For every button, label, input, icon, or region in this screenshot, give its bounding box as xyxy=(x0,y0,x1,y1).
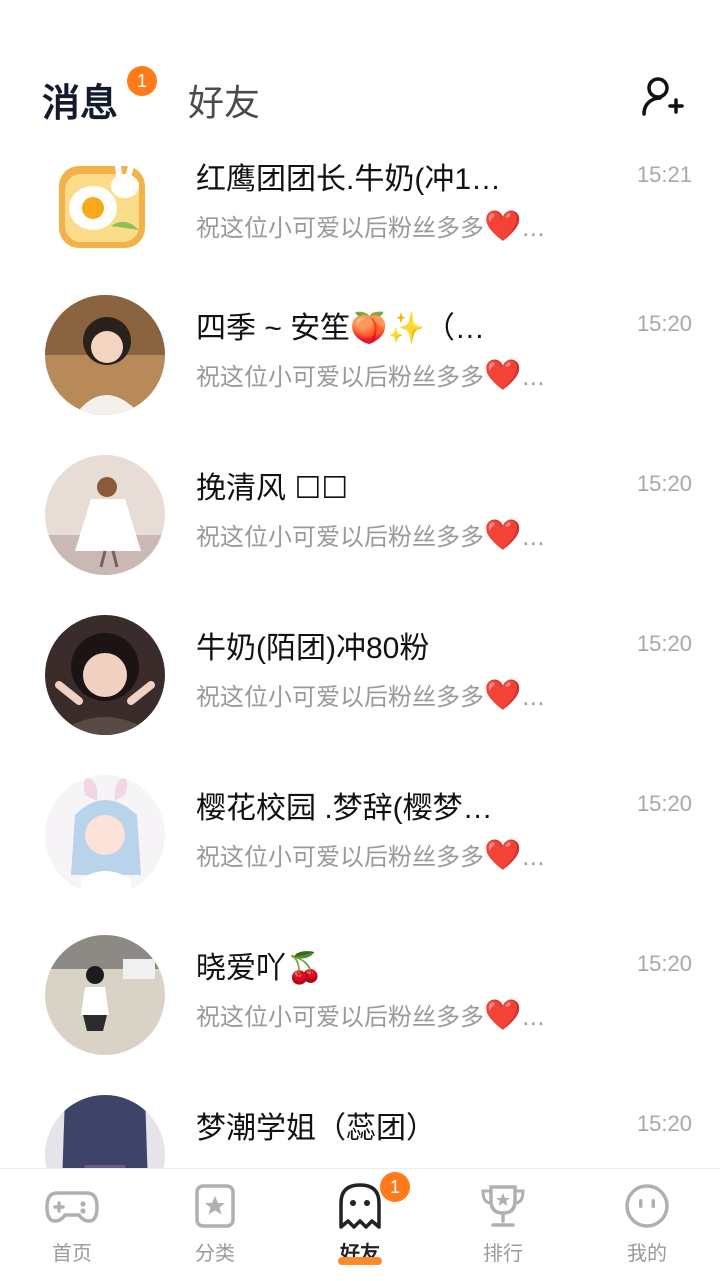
nav-label: 首页 xyxy=(52,1241,92,1265)
conversation-list[interactable]: 红鹰团团长.牛奶(冲1… 15:21 祝这位小可爱以后粉丝多多❤️… 四季 ~ … xyxy=(0,140,720,1168)
contact-name: 樱花校园 .梦辞(樱梦… xyxy=(196,792,493,825)
heart-emoji: ❤️ xyxy=(484,999,522,1032)
message-time: 15:20 xyxy=(636,311,692,336)
message-time: 15:20 xyxy=(636,791,692,816)
tab-messages[interactable]: 消息 xyxy=(42,72,118,127)
message-time: 15:20 xyxy=(636,1111,692,1136)
messages-unread-badge: 1 xyxy=(127,66,157,96)
trophy-icon xyxy=(481,1185,525,1227)
avatar[interactable] xyxy=(45,1095,165,1168)
contact-name: 四季 ~ 安笙🍑✨（… xyxy=(196,312,485,345)
nav-home[interactable]: 首页 xyxy=(22,1183,122,1266)
contact-name: 梦潮学姐（蕊团） xyxy=(196,1112,436,1145)
conversation-row[interactable]: 四季 ~ 安笙🍑✨（… 15:20 祝这位小可爱以后粉丝多多❤️… xyxy=(0,295,720,455)
message-preview: 祝这位小可爱以后粉丝多多❤️… xyxy=(196,839,546,872)
add-friend-icon[interactable] xyxy=(640,74,684,118)
heart-emoji: ❤️ xyxy=(484,839,522,872)
active-tab-indicator xyxy=(338,1257,382,1265)
heart-emoji: ❤️ xyxy=(484,359,522,392)
avatar[interactable] xyxy=(45,146,165,266)
avatar[interactable] xyxy=(45,615,165,735)
nav-me[interactable]: 我的 xyxy=(597,1183,697,1266)
avatar[interactable] xyxy=(45,775,165,895)
nav-ranking[interactable]: 排行 xyxy=(453,1183,553,1266)
contact-name: 挽清风 ☐☐ xyxy=(196,472,349,505)
heart-emoji: ❤️ xyxy=(484,519,522,552)
category-icon xyxy=(195,1184,235,1228)
face-icon xyxy=(625,1184,669,1228)
heart-emoji: ❤️ xyxy=(484,679,522,712)
conversation-row[interactable]: 梦潮学姐（蕊团） 15:20 xyxy=(0,1095,720,1168)
message-time: 15:20 xyxy=(636,471,692,496)
gamepad-icon xyxy=(45,1191,99,1223)
conversation-row[interactable]: 牛奶(陌团)冲80粉 15:20 祝这位小可爱以后粉丝多多❤️… xyxy=(0,615,720,775)
message-preview: 祝这位小可爱以后粉丝多多❤️… xyxy=(196,999,546,1032)
nav-category[interactable]: 分类 xyxy=(165,1183,265,1266)
friends-unread-badge: 1 xyxy=(380,1172,410,1202)
heart-emoji: ❤️ xyxy=(484,210,522,243)
message-preview: 祝这位小可爱以后粉丝多多❤️… xyxy=(196,359,546,392)
avatar[interactable] xyxy=(45,295,165,415)
avatar[interactable] xyxy=(45,455,165,575)
conversation-row[interactable]: 樱花校园 .梦辞(樱梦… 15:20 祝这位小可爱以后粉丝多多❤️… xyxy=(0,775,720,935)
top-header: 消息 1 好友 xyxy=(0,0,720,140)
nav-label: 分类 xyxy=(195,1241,235,1265)
message-time: 15:20 xyxy=(636,951,692,976)
contact-name: 牛奶(陌团)冲80粉 xyxy=(196,632,430,665)
ghost-icon xyxy=(339,1183,381,1229)
message-preview: 祝这位小可爱以后粉丝多多❤️… xyxy=(196,679,546,712)
avatar[interactable] xyxy=(45,935,165,1055)
conversation-row[interactable]: 晓爱吖🍒 15:20 祝这位小可爱以后粉丝多多❤️… xyxy=(0,935,720,1095)
message-time: 15:20 xyxy=(636,631,692,656)
nav-label: 我的 xyxy=(627,1241,667,1265)
tab-friends[interactable]: 好友 xyxy=(188,74,260,126)
bottom-navigation: 首页 分类 好友 排行 我的 xyxy=(0,1168,720,1281)
message-preview: 祝这位小可爱以后粉丝多多❤️… xyxy=(196,519,546,552)
nav-label: 排行 xyxy=(483,1241,523,1265)
message-preview: 祝这位小可爱以后粉丝多多❤️… xyxy=(196,210,546,243)
contact-name: 晓爱吖🍒 xyxy=(196,952,324,985)
conversation-row[interactable]: 挽清风 ☐☐ 15:20 祝这位小可爱以后粉丝多多❤️… xyxy=(0,455,720,615)
contact-name: 红鹰团团长.牛奶(冲1… xyxy=(196,163,502,196)
conversation-row[interactable]: 红鹰团团长.牛奶(冲1… 15:21 祝这位小可爱以后粉丝多多❤️… xyxy=(0,146,720,306)
message-time: 15:21 xyxy=(636,162,692,187)
